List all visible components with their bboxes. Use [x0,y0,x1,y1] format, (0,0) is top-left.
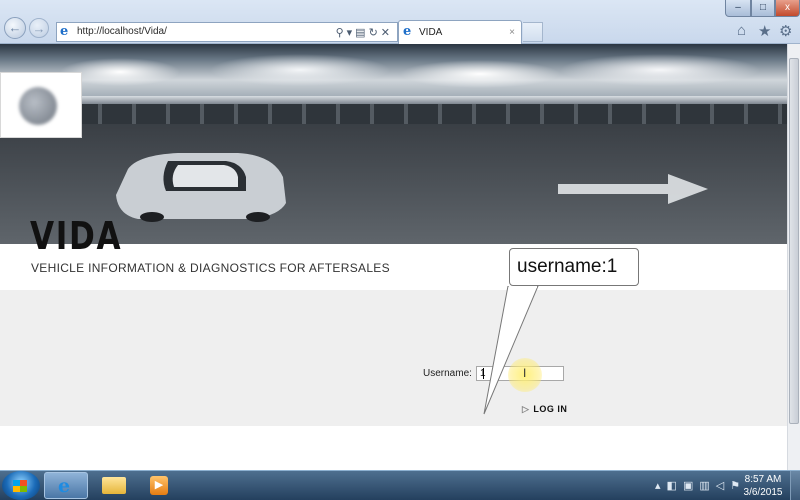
search-icon[interactable]: ⚲ [336,27,347,39]
show-desktop-button[interactable] [790,471,800,500]
callout-pointer [483,286,539,415]
tray-device-icon[interactable]: ▣ [683,480,699,492]
folder-icon [102,477,126,494]
brand-tagline: VEHICLE INFORMATION & DIAGNOSTICS FOR AF… [31,261,390,275]
brand-title: VIDA [30,214,123,258]
taskbar-windows-explorer[interactable] [92,472,136,499]
address-tools: ⚲▾▤↻✕ [336,24,393,42]
ie-taskbar-icon: e [58,475,71,497]
taskbar-media-player[interactable]: ▶ [138,472,182,499]
hero-fence [0,104,787,124]
home-icon[interactable]: ⌂ [737,22,746,39]
address-bar[interactable]: e http://localhost/Vida/ ⚲▾▤↻✕ [56,22,398,42]
clock-time: 8:57 AM [744,474,782,485]
windows-logo-icon [13,480,27,492]
arrow-image [558,174,708,204]
browser-toolbar: ← → e http://localhost/Vida/ ⚲▾▤↻✕ e VID… [0,0,800,44]
volvo-logo [0,72,82,138]
login-panel [0,290,787,426]
address-url: http://localhost/Vida/ [77,26,167,37]
refresh-icon[interactable]: ↻ [369,27,381,39]
favorites-icon[interactable]: ★ [758,22,771,40]
scrollbar-thumb[interactable] [789,58,799,424]
tab-title: VIDA [419,27,443,38]
network-icon[interactable]: ▥ [699,480,715,492]
new-tab-button[interactable] [523,22,543,42]
back-icon[interactable]: ← [4,17,26,39]
screen: ← → e http://localhost/Vida/ ⚲▾▤↻✕ e VID… [0,0,800,500]
annotation-callout: username:1 [509,248,639,286]
forward-icon[interactable]: → [29,18,49,38]
volume-icon[interactable]: ◁ [716,480,730,492]
hero-clouds [0,52,787,92]
dropdown-icon[interactable]: ▾ [347,27,356,39]
tray-app-icon[interactable]: ◧ [667,480,683,492]
username-label: Username: [423,368,472,379]
hero-guardrail [0,96,787,104]
vertical-scrollbar[interactable] [787,44,800,470]
tools-icon[interactable]: ⚙ [779,22,792,40]
stop-icon[interactable]: ✕ [381,27,393,39]
close-button[interactable]: x [775,0,800,17]
taskbar-clock[interactable]: 8:57 AM 3/6/2015 [740,473,786,499]
system-tray: ▴◧▣▥◁⚑ [655,479,746,492]
maximize-button[interactable]: □ [751,0,775,17]
tab-vida[interactable]: e VIDA × [398,20,522,44]
car-image [116,153,286,222]
volvo-logo-icon [19,87,57,125]
compat-view-icon[interactable]: ▤ [355,27,368,39]
tab-close-icon[interactable]: × [509,22,515,44]
clock-date: 3/6/2015 [743,487,783,498]
taskbar-internet-explorer[interactable]: e [44,472,88,499]
minimize-button[interactable]: – [725,0,751,17]
tab-ie-icon: e [403,24,412,39]
tray-expand-icon[interactable]: ▴ [655,480,667,492]
ie-icon: e [60,24,69,39]
media-player-icon: ▶ [150,476,168,495]
